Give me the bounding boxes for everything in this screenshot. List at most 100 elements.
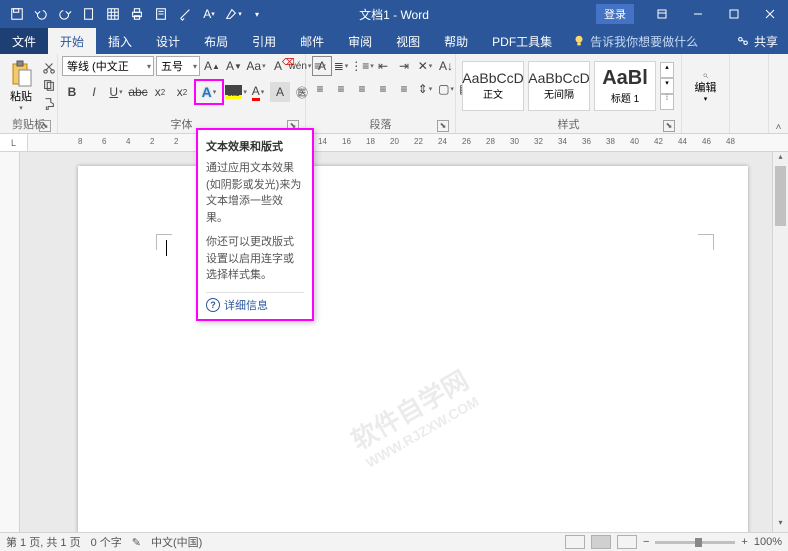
increase-indent-icon[interactable]: ⇥ — [394, 56, 414, 76]
subscript-button[interactable]: x2 — [150, 82, 170, 102]
styles-gallery-more[interactable]: ▴▾⁞ — [660, 62, 674, 110]
tab-view[interactable]: 视图 — [384, 28, 432, 54]
tab-pdftools[interactable]: PDF工具集 — [480, 28, 564, 54]
find-button[interactable]: 编辑▾ — [689, 73, 723, 103]
tab-file[interactable]: 文件 — [0, 28, 48, 54]
paragraph-launcher[interactable]: ⬊ — [437, 120, 449, 132]
zoom-level[interactable]: 100% — [754, 536, 782, 548]
italic-button[interactable]: I — [84, 82, 104, 102]
tab-layout[interactable]: 布局 — [192, 28, 240, 54]
text-effects-highlight: A — [194, 79, 224, 105]
page-setup-icon[interactable] — [150, 3, 172, 25]
window-title: 文档1 - Word — [359, 6, 429, 23]
styles-launcher[interactable]: ⬊ — [663, 120, 675, 132]
status-words[interactable]: 0 个字 — [91, 534, 122, 550]
collapse-ribbon-icon[interactable]: ˄ — [768, 54, 788, 133]
table-icon[interactable] — [102, 3, 124, 25]
font-color-button[interactable]: A — [248, 82, 268, 102]
brush-icon[interactable] — [174, 3, 196, 25]
undo-icon[interactable] — [30, 3, 52, 25]
strikethrough-button[interactable]: abc — [128, 82, 148, 102]
sort-icon[interactable]: A↓ — [436, 56, 456, 76]
print-icon[interactable] — [126, 3, 148, 25]
scroll-down-icon[interactable]: ▾ — [773, 518, 788, 532]
text-effects-button[interactable]: A — [196, 81, 222, 103]
decrease-indent-icon[interactable]: ⇤ — [373, 56, 393, 76]
tooltip-more-info[interactable]: ? 详细信息 — [206, 297, 304, 313]
align-right-icon[interactable]: ≡ — [352, 79, 372, 99]
ribbon: 粘贴 ▾ 剪贴板⬊ 等线 (中文正▾ 五号▾ A▲ A▼ Aa A⌫ wén A — [0, 54, 788, 134]
close-icon[interactable] — [752, 0, 788, 28]
align-left-icon[interactable]: ≡ — [310, 79, 330, 99]
qat-customize-icon[interactable]: ▾ — [246, 3, 268, 25]
tab-insert[interactable]: 插入 — [96, 28, 144, 54]
tab-selector[interactable]: L — [0, 134, 28, 151]
login-button[interactable]: 登录 — [596, 4, 634, 24]
text-cursor — [166, 240, 167, 256]
highlight-color-button[interactable]: ab — [226, 82, 246, 102]
status-proofing-icon[interactable]: ✎ — [132, 536, 141, 549]
style-nospacing[interactable]: AaBbCcD无间隔 — [528, 61, 590, 111]
tab-references[interactable]: 引用 — [240, 28, 288, 54]
line-spacing-icon[interactable]: ⇕ — [415, 79, 435, 99]
decrease-font-icon[interactable]: A▼ — [224, 56, 244, 76]
status-page[interactable]: 第 1 页, 共 1 页 — [6, 534, 81, 550]
shading-icon[interactable]: ▢ — [436, 79, 456, 99]
highlight-icon[interactable]: ▾ — [222, 3, 244, 25]
view-print-icon[interactable] — [591, 535, 611, 549]
tab-help[interactable]: 帮助 — [432, 28, 480, 54]
underline-button[interactable]: U — [106, 82, 126, 102]
maximize-icon[interactable] — [716, 0, 752, 28]
redo-icon[interactable] — [54, 3, 76, 25]
ruler-vertical[interactable] — [0, 152, 20, 532]
superscript-button[interactable]: x2 — [172, 82, 192, 102]
justify-icon[interactable]: ≡ — [373, 79, 393, 99]
font-name-combo[interactable]: 等线 (中文正▾ — [62, 56, 154, 76]
distributed-icon[interactable]: ≡ — [394, 79, 414, 99]
scroll-thumb[interactable] — [775, 166, 786, 226]
align-center-icon[interactable]: ≡ — [331, 79, 351, 99]
zoom-out-icon[interactable]: − — [643, 536, 649, 548]
page[interactable]: 软件自学网 WWW.RJZXW.COM — [78, 166, 748, 532]
group-styles: AaBbCcD正文 AaBbCcD无间隔 AaBl标题 1 ▴▾⁞ 样式⬊ — [456, 54, 682, 133]
font-icon[interactable]: A▾ — [198, 3, 220, 25]
view-read-icon[interactable] — [565, 535, 585, 549]
margin-corner — [698, 234, 714, 250]
tell-me-search[interactable]: 告诉我你想要做什么 — [572, 33, 698, 50]
tab-mailings[interactable]: 邮件 — [288, 28, 336, 54]
ribbon-options-icon[interactable] — [644, 0, 680, 28]
view-web-icon[interactable] — [617, 535, 637, 549]
ribbon-tabs: 文件 开始 插入 设计 布局 引用 邮件 审阅 视图 帮助 PDF工具集 告诉我… — [0, 28, 788, 54]
bold-button[interactable]: B — [62, 82, 82, 102]
numbering-icon[interactable]: ≣ — [331, 56, 351, 76]
bullets-icon[interactable]: ≡ — [310, 56, 330, 76]
clear-formatting-icon[interactable]: A⌫ — [268, 56, 288, 76]
style-heading1[interactable]: AaBl标题 1 — [594, 61, 656, 111]
new-doc-icon[interactable] — [78, 3, 100, 25]
asian-layout-icon[interactable]: ✕ — [415, 56, 435, 76]
increase-font-icon[interactable]: A▲ — [202, 56, 222, 76]
scrollbar-vertical[interactable]: ▴ ▾ — [772, 152, 788, 532]
clipboard-launcher[interactable]: ⬊ — [39, 120, 51, 132]
char-shading-icon[interactable]: A — [270, 82, 290, 102]
status-language[interactable]: 中文(中国) — [151, 534, 202, 550]
change-case-icon[interactable]: Aa — [246, 56, 266, 76]
save-icon[interactable] — [6, 3, 28, 25]
style-normal[interactable]: AaBbCcD正文 — [462, 61, 524, 111]
tab-home[interactable]: 开始 — [48, 28, 96, 54]
group-editing: 编辑▾ — [682, 54, 730, 133]
tab-review[interactable]: 审阅 — [336, 28, 384, 54]
tab-design[interactable]: 设计 — [144, 28, 192, 54]
multilevel-list-icon[interactable]: ⋮≡ — [352, 56, 372, 76]
minimize-icon[interactable] — [680, 0, 716, 28]
ruler-horizontal[interactable]: L 86422468101214161820222426283032343638… — [0, 134, 788, 152]
titlebar: A▾ ▾ ▾ 文档1 - Word 登录 — [0, 0, 788, 28]
lightbulb-icon — [572, 34, 586, 48]
scroll-up-icon[interactable]: ▴ — [773, 152, 788, 166]
paste-button[interactable]: 粘贴 ▾ — [4, 58, 38, 114]
font-size-combo[interactable]: 五号▾ — [156, 56, 200, 76]
zoom-slider[interactable] — [655, 541, 735, 544]
share-button[interactable]: 共享 — [736, 33, 778, 50]
group-font: 等线 (中文正▾ 五号▾ A▲ A▼ Aa A⌫ wén A B I U abc… — [58, 54, 306, 133]
zoom-in-icon[interactable]: + — [741, 536, 747, 548]
